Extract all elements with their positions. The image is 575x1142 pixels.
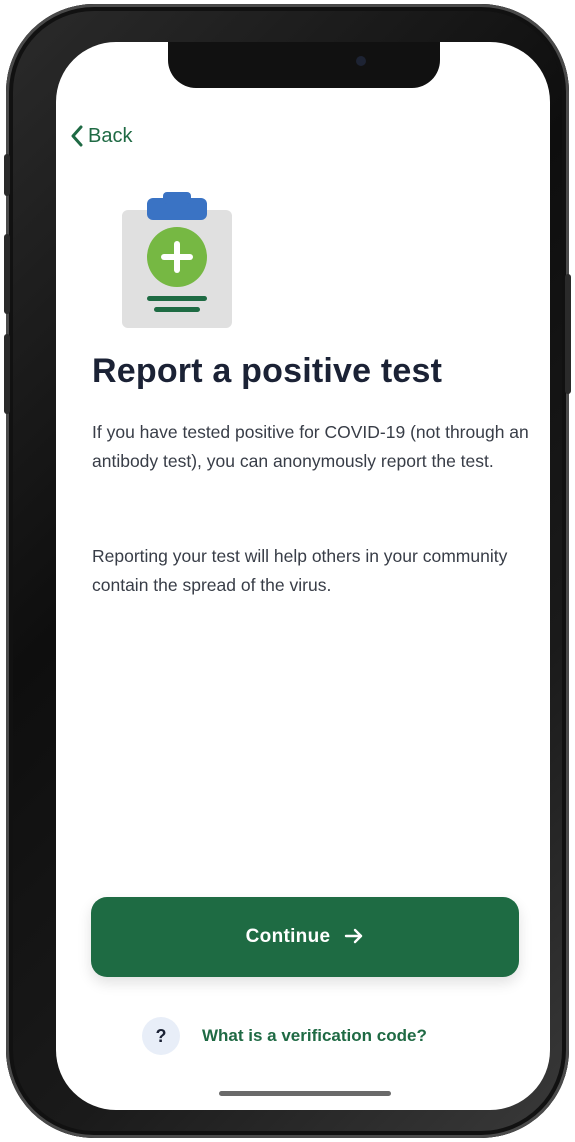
back-label: Back <box>88 124 133 147</box>
verification-code-help-link[interactable]: ? What is a verification code? <box>142 1017 427 1055</box>
front-camera <box>356 56 366 66</box>
question-mark-icon: ? <box>142 1017 180 1055</box>
volume-up-button <box>4 234 10 314</box>
notch <box>168 42 440 88</box>
volume-down-button <box>4 334 10 414</box>
home-indicator[interactable] <box>219 1091 391 1096</box>
silent-switch <box>4 154 10 196</box>
phone-frame: Back Report a positive test If you have … <box>4 4 571 1138</box>
arrow-right-icon <box>344 927 364 948</box>
power-button <box>565 274 571 394</box>
back-button[interactable]: Back <box>70 124 132 148</box>
description-paragraph: If you have tested positive for COVID-19… <box>92 422 529 471</box>
clipboard-plus-icon <box>116 192 236 332</box>
continue-label: Continue <box>245 926 331 947</box>
phone-screen: Back Report a positive test If you have … <box>56 42 550 1110</box>
continue-button[interactable]: Continue <box>91 897 519 977</box>
chevron-left-icon <box>70 124 84 148</box>
page-title: Report a positive test <box>92 352 443 390</box>
info-paragraph: Reporting your test will help others in … <box>92 546 508 595</box>
verification-code-help-label: What is a verification code? <box>202 1026 427 1045</box>
